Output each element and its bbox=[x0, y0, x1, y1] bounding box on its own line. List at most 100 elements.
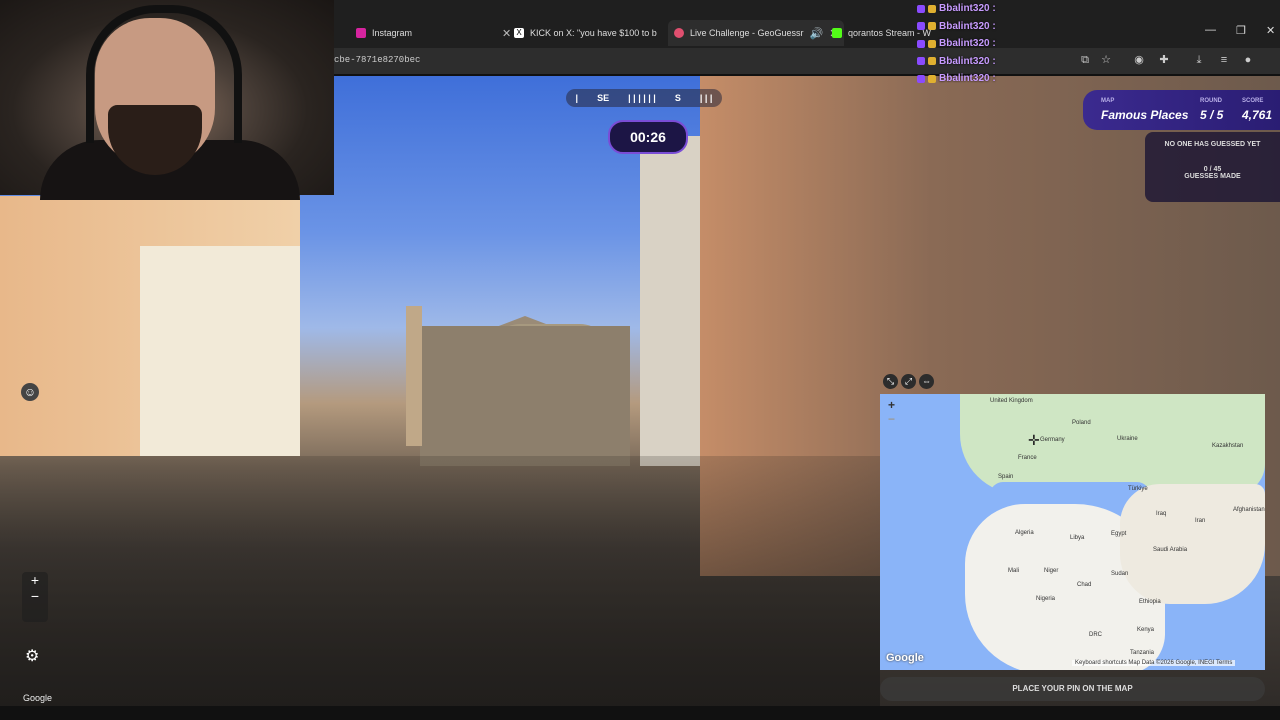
building-left-white bbox=[140, 246, 300, 456]
chat-line: Bbalint320 : bbox=[917, 18, 1027, 36]
tab-kick-x[interactable]: X KICK on X: "you have $100 to b ✕ bbox=[514, 22, 680, 44]
badge-icon bbox=[917, 22, 925, 31]
mideast-land bbox=[1120, 484, 1265, 604]
map-label-iran: Iran bbox=[1195, 518, 1206, 524]
compass-strip: | SE | | | | | | S | | | bbox=[566, 89, 722, 107]
speaker-icon[interactable]: 🔊 bbox=[810, 27, 824, 40]
map-google-logo: Google bbox=[886, 652, 924, 664]
close-window-icon[interactable]: ✕ bbox=[1266, 24, 1275, 37]
guess-map[interactable]: United Kingdom Poland Ukraine Kazakhstan… bbox=[880, 394, 1265, 670]
map-label-libya: Libya bbox=[1070, 535, 1085, 541]
tab-label: Instagram bbox=[372, 28, 413, 38]
kick-icon bbox=[832, 28, 842, 38]
chat-line: Bbalint320 : bbox=[917, 53, 1027, 71]
score-value: 4,761 bbox=[1242, 108, 1273, 122]
map-label-tanzania: Tanzania bbox=[1130, 650, 1155, 656]
install-icon[interactable]: ⧉ bbox=[1079, 54, 1091, 66]
round-timer: 00:26 bbox=[608, 120, 688, 154]
map-label-germany: Germany bbox=[1040, 437, 1065, 443]
badge-icon bbox=[928, 39, 936, 48]
map-zoom-in-icon[interactable]: + bbox=[888, 398, 895, 412]
map-zoom-control[interactable]: + − bbox=[888, 398, 895, 426]
map-label-algeria: Algeria bbox=[1015, 530, 1034, 536]
badge-icon bbox=[917, 39, 925, 48]
map-label-saudi: Saudi Arabia bbox=[1153, 547, 1188, 553]
download-icon[interactable]: ⤓ bbox=[1193, 54, 1205, 66]
map-label-mali: Mali bbox=[1008, 568, 1020, 574]
chat-overlay: Bbalint320 : Bbalint320 : Bbalint320 : B… bbox=[917, 0, 1027, 88]
badge-icon bbox=[917, 57, 925, 66]
map-label-ethiopia: Ethiopia bbox=[1139, 599, 1161, 605]
map-label-chad: Chad bbox=[1077, 582, 1092, 588]
game-status-panel: MAP Famous Places ROUND 5 / 5 SCORE 4,76… bbox=[1083, 90, 1280, 130]
compass-tick: | | | | | | bbox=[628, 93, 656, 103]
map-label-ukraine: Ukraine bbox=[1117, 436, 1138, 442]
badge-icon bbox=[928, 22, 936, 31]
badge-icon bbox=[928, 74, 936, 83]
crowd bbox=[0, 456, 880, 706]
map-label-spain: Spain bbox=[998, 474, 1014, 480]
sv-zoom-control[interactable]: + − bbox=[22, 572, 48, 622]
map-label-poland: Poland bbox=[1072, 420, 1091, 426]
map-label-france: France bbox=[1018, 455, 1037, 461]
restore-icon[interactable]: ❐ bbox=[1236, 24, 1246, 37]
url-text[interactable]: cbe-7871e8270bec bbox=[334, 55, 420, 65]
map-label-turkiye: Türkiye bbox=[1128, 486, 1148, 492]
tab-label: KICK on X: "you have $100 to b bbox=[530, 28, 657, 38]
compass-se: SE bbox=[597, 93, 610, 103]
expand-map-icon[interactable]: ⤡ bbox=[883, 374, 898, 389]
obelisk bbox=[406, 306, 422, 446]
round-value: 5 / 5 bbox=[1200, 108, 1224, 122]
x-icon: X bbox=[514, 28, 524, 38]
map-size-tools: ⤡ ⤢ ⇔ bbox=[883, 374, 934, 389]
shrink-map-icon[interactable]: ⤢ bbox=[901, 374, 916, 389]
map-label-sudan: Sudan bbox=[1111, 571, 1129, 577]
extensions-icon[interactable]: ✚ bbox=[1158, 54, 1170, 66]
badge-icon bbox=[928, 57, 936, 66]
zoom-out-icon[interactable]: − bbox=[22, 588, 48, 604]
emote-icon[interactable]: ☺ bbox=[21, 383, 39, 401]
place-pin-button[interactable]: PLACE YOUR PIN ON THE MAP bbox=[880, 677, 1265, 701]
minimize-icon[interactable]: — bbox=[1205, 24, 1216, 36]
guesses-label: GUESSES MADE bbox=[1184, 173, 1241, 180]
map-label: MAP bbox=[1101, 98, 1115, 104]
map-label-niger: Niger bbox=[1044, 568, 1059, 574]
instagram-icon bbox=[356, 28, 366, 38]
chat-line: Bbalint320 : bbox=[917, 0, 1027, 18]
compass-tick: | | | bbox=[699, 93, 713, 103]
map-name: Famous Places bbox=[1101, 108, 1189, 122]
badge-icon bbox=[917, 4, 925, 13]
chat-line: Bbalint320 : bbox=[917, 35, 1027, 53]
map-label-kenya: Kenya bbox=[1137, 627, 1155, 633]
listen-icon[interactable]: ◉ bbox=[1133, 54, 1145, 66]
map-label-egypt: Egypt bbox=[1111, 531, 1127, 537]
no-guess-text: NO ONE HAS GUESSED YET bbox=[1164, 141, 1261, 148]
bookmark-star-icon[interactable]: ☆ bbox=[1100, 54, 1112, 66]
crosshair-cursor-icon: ✛ bbox=[1028, 432, 1040, 448]
map-label-afghanistan: Afghanistan bbox=[1233, 507, 1265, 513]
zoom-in-icon[interactable]: + bbox=[22, 572, 48, 588]
compass-tick: | bbox=[575, 93, 579, 103]
badge-icon bbox=[917, 74, 925, 83]
map-label-uk: United Kingdom bbox=[990, 398, 1033, 404]
map-label-drc: DRC bbox=[1089, 632, 1102, 638]
tab-instagram[interactable]: Instagram ✕ bbox=[356, 22, 511, 44]
score-label: SCORE bbox=[1242, 98, 1264, 104]
profile-avatar[interactable]: ● bbox=[1242, 54, 1254, 66]
google-watermark: Google bbox=[23, 693, 53, 703]
map-label-nigeria: Nigeria bbox=[1036, 596, 1056, 602]
map-label-iraq: Iraq bbox=[1156, 511, 1167, 517]
map-label-kazakhstan: Kazakhstan bbox=[1212, 443, 1244, 449]
menu-lines-icon[interactable]: ≡ bbox=[1218, 54, 1230, 66]
gear-icon[interactable]: ⚙ bbox=[25, 646, 39, 666]
pantheon-portico bbox=[420, 326, 630, 466]
chat-line: Bbalint320 : bbox=[917, 70, 1027, 88]
compass-s: S bbox=[674, 93, 681, 103]
streamer-webcam bbox=[0, 0, 334, 200]
guess-status-panel: NO ONE HAS GUESSED YET 0 / 45 GUESSES MA… bbox=[1145, 132, 1280, 202]
map-zoom-out-icon[interactable]: − bbox=[888, 412, 895, 426]
close-icon[interactable]: ✕ bbox=[502, 27, 511, 40]
map-attribution[interactable]: Keyboard shortcuts Map Data ©2026 Google… bbox=[1072, 660, 1236, 666]
pin-map-icon[interactable]: ⇔ bbox=[919, 374, 934, 389]
tab-geoguessr[interactable]: Live Challenge - GeoGuessr 🔊 ✕ bbox=[668, 20, 845, 46]
